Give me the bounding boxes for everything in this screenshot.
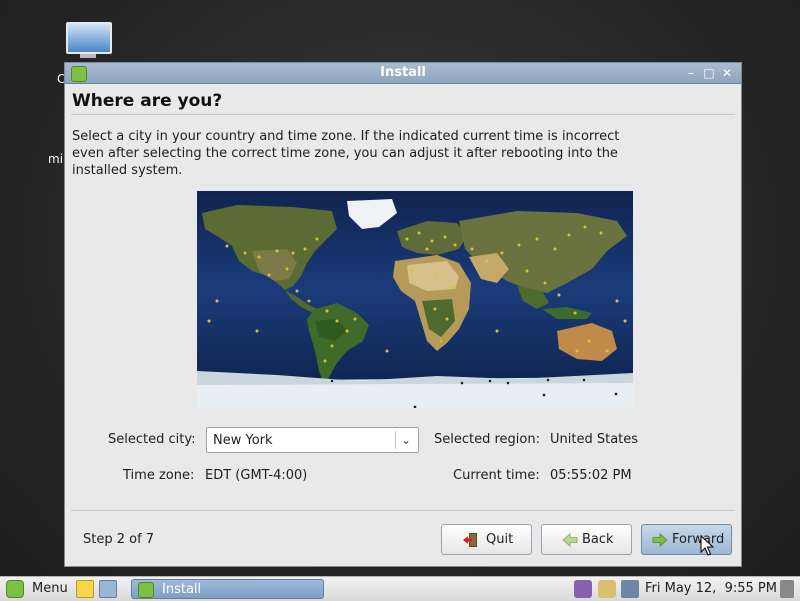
computer-desktop-icon[interactable]: [62, 20, 114, 60]
chevron-down-icon[interactable]: ⌄: [398, 430, 414, 450]
selected-region-label: Selected region:: [434, 432, 540, 447]
page-title: Where are you?: [72, 91, 223, 111]
current-time-value: 05:55:02 PM: [550, 468, 632, 483]
mint-logo-icon: [138, 582, 154, 598]
time-zone-label: Time zone:: [123, 468, 195, 483]
update-manager-icon[interactable]: [598, 580, 616, 598]
quit-button[interactable]: Quit: [441, 524, 532, 555]
mouse-cursor-icon: [700, 535, 714, 556]
clock[interactable]: Fri May 12, 9:55 PM: [645, 581, 777, 596]
selected-region-value: United States: [550, 432, 639, 447]
window-title: Install: [380, 65, 426, 80]
taskbar: Menu Install Fri May 12, 9:55 PM: [0, 576, 800, 601]
back-button-label: Back: [582, 532, 614, 547]
world-timezone-map[interactable]: [197, 191, 633, 408]
menu-label: Menu: [32, 581, 68, 596]
combo-separator: [395, 431, 396, 449]
network-icon[interactable]: [621, 580, 639, 598]
city-select[interactable]: New York ⌄: [206, 427, 419, 453]
time-zone-value: EDT (GMT-4:00): [205, 468, 308, 483]
selected-city-label: Selected city:: [108, 432, 196, 447]
show-desktop-icon[interactable]: [99, 580, 117, 598]
forward-button[interactable]: Forward: [641, 524, 732, 555]
page-description: Select a city in your country and time z…: [72, 129, 620, 178]
close-icon[interactable]: ✕: [719, 65, 735, 81]
window-titlebar[interactable]: Install – □ ✕: [65, 63, 741, 84]
exit-door-icon: [463, 533, 477, 547]
world-map-graphic: [197, 199, 633, 408]
install-window: Install – □ ✕ Where are you? Select a ci…: [64, 62, 742, 567]
arrow-right-icon: [652, 533, 668, 547]
divider: [71, 114, 735, 115]
mint-logo-icon: [6, 580, 24, 598]
arrow-left-icon: [562, 533, 578, 547]
divider-bottom: [71, 510, 735, 511]
current-time-label: Current time:: [453, 468, 540, 483]
taskbar-item-label: Install: [162, 582, 202, 597]
desktop-icon-label-2: mi: [48, 152, 64, 166]
city-select-value: New York: [213, 433, 273, 448]
quit-button-label: Quit: [486, 532, 514, 547]
back-button[interactable]: Back: [541, 524, 632, 555]
step-indicator: Step 2 of 7: [83, 532, 155, 547]
taskbar-item-install[interactable]: Install: [131, 579, 324, 599]
forward-button-label: Forward: [672, 532, 725, 547]
volume-icon[interactable]: [780, 580, 794, 598]
minimize-icon[interactable]: –: [683, 65, 699, 81]
maximize-icon[interactable]: □: [701, 65, 717, 81]
settings-gear-icon[interactable]: [574, 580, 592, 598]
text-editor-icon[interactable]: [76, 580, 94, 598]
